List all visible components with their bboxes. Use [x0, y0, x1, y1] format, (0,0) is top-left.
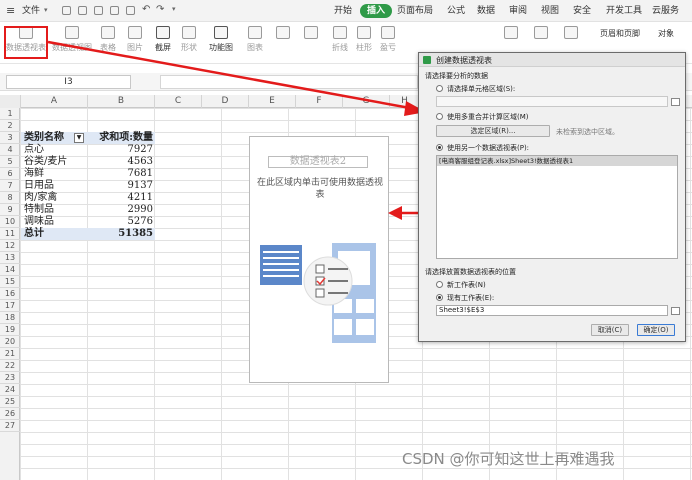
no-selection-text: 未检索到选中区域。: [556, 128, 619, 136]
radio-existing-sheet-label[interactable]: 现有工作表(E):: [447, 293, 494, 303]
range-picker-icon[interactable]: [671, 98, 680, 106]
radio-multi-range[interactable]: [436, 113, 443, 120]
screen: { "topbar": { "file_menu": "文件", "tabs":…: [0, 0, 692, 480]
section-location-label: 请选择放置数据透视表的位置: [425, 268, 516, 276]
radio-existing-sheet[interactable]: [436, 294, 443, 301]
pivot-list-item[interactable]: [电商客服组登记表.xlsx]Sheet3!数据透视表1: [437, 156, 677, 166]
location-input[interactable]: Sheet3!$E$3: [436, 305, 668, 316]
cell-range-input[interactable]: [436, 96, 668, 107]
radio-cell-range[interactable]: [436, 85, 443, 92]
radio-cell-range-label[interactable]: 请选择单元格区域(S):: [447, 84, 515, 94]
radio-existing-pivot[interactable]: [436, 144, 443, 151]
watermark: CSDN @你可知这世上再难遇我: [402, 450, 615, 468]
location-picker-icon[interactable]: [671, 307, 680, 315]
ok-button[interactable]: 确定(O): [637, 324, 675, 336]
radio-new-sheet[interactable]: [436, 281, 443, 288]
section-analyze-label: 请选择要分析的数据: [425, 72, 488, 80]
cancel-button[interactable]: 取消(C): [591, 324, 629, 336]
pivot-list[interactable]: [电商客服组登记表.xlsx]Sheet3!数据透视表1: [436, 155, 678, 259]
radio-multi-range-label[interactable]: 使用多重合并计算区域(M): [447, 112, 529, 122]
dialog-app-icon: [423, 56, 431, 64]
dialog-title: 创建数据透视表: [436, 56, 492, 65]
radio-existing-pivot-label[interactable]: 使用另一个数据透视表(P):: [447, 143, 529, 153]
dialog-titlebar[interactable]: 创建数据透视表: [419, 53, 685, 67]
create-pivot-dialog: 创建数据透视表 请选择要分析的数据 请选择单元格区域(S): 使用多重合并计算区…: [418, 52, 686, 342]
select-range-button[interactable]: 选定区域(R)...: [436, 125, 550, 137]
radio-new-sheet-label[interactable]: 新工作表(N): [447, 280, 486, 290]
